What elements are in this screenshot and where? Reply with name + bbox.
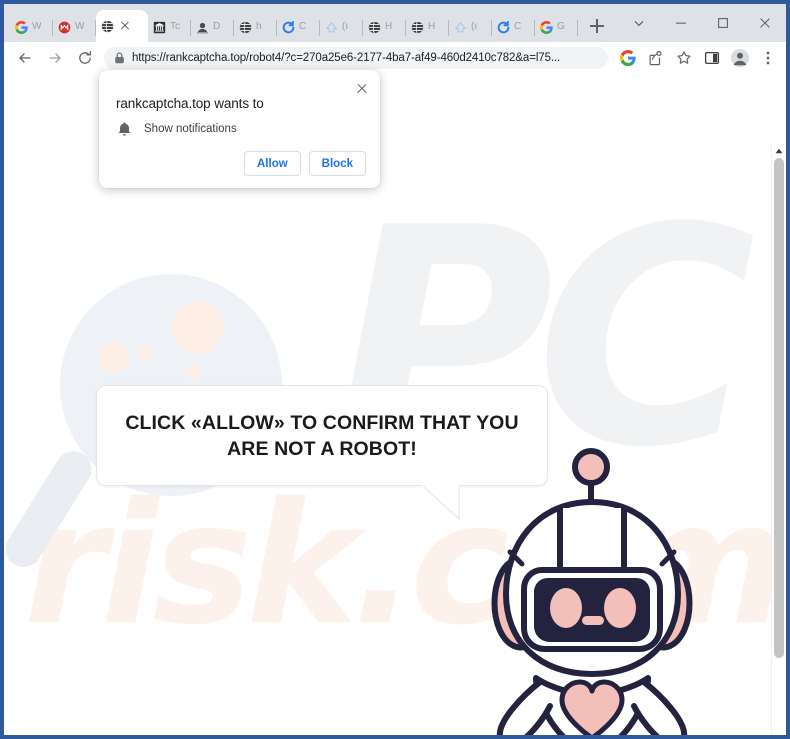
window-controls [618,4,786,42]
bank-icon [152,20,166,34]
lock-icon [112,51,126,65]
google-icon [539,20,553,34]
tab-1[interactable]: W [53,12,96,42]
speech-bubble-text: CLICK «ALLOW» TO CONFIRM THAT YOU ARE NO… [111,410,532,462]
back-button[interactable] [10,43,40,73]
share-icon[interactable] [642,44,670,72]
page-scrollbar[interactable] [771,144,786,735]
profile-avatar-icon[interactable] [726,44,754,72]
side-panel-icon[interactable] [698,44,726,72]
browser-window: W W Tc Dh C (ı H H (ı C G https://rankca… [4,4,786,735]
tab-close-icon[interactable] [118,19,132,33]
tab-label: H [385,21,393,32]
tab-label: D [213,21,221,32]
speech-bubble: CLICK «ALLOW» TO CONFIRM THAT YOU ARE NO… [96,385,548,486]
globe-icon [367,20,381,34]
tab-11[interactable]: C [492,12,535,42]
block-button[interactable]: Block [308,151,366,176]
magnifier-dot-4 [186,364,201,379]
cloud-icon [453,20,467,34]
tab-label: C [299,21,307,32]
tab-7[interactable]: (ı [320,12,363,42]
forward-button[interactable] [40,43,70,73]
tab-label: (ı [471,21,478,32]
scrollbar-thumb[interactable] [774,158,784,658]
google-lens-icon[interactable] [614,44,642,72]
tab-label: Tc [170,21,180,32]
dialog-actions: Allow Block [244,151,366,176]
magnifier-dot-1 [172,301,224,353]
user-icon [195,20,209,34]
tab-label: C [514,21,522,32]
scroll-up-arrow[interactable] [772,144,786,158]
tab-search-button[interactable] [618,4,660,42]
magnifier-dot-2 [99,342,129,372]
tab-10[interactable]: (ı [449,12,492,42]
cloud-icon [324,20,338,34]
chrome-menu-icon[interactable] [754,44,782,72]
tab-9[interactable]: H [406,12,449,42]
magnifier-dot-3 [138,347,152,361]
dialog-close-icon[interactable] [353,79,371,97]
tab-5[interactable]: h [234,12,277,42]
bell-icon [116,121,132,137]
speech-bubble-tail [421,485,461,521]
permission-row: Show notifications [116,121,237,137]
tab-active[interactable] [96,10,148,42]
address-bar[interactable]: https://rankcaptcha.top/robot4/?c=270a25… [104,47,608,69]
tab-6[interactable]: C [277,12,320,42]
globe-icon [238,20,252,34]
globe-icon [100,19,114,33]
bookmark-star-icon[interactable] [670,44,698,72]
reload-button[interactable] [70,43,100,73]
speech-bubble-line-2: ARE NOT A ROBOT! [227,437,417,460]
tab-separator [577,20,578,36]
tab-3[interactable]: Tc [148,12,191,42]
tab-label: G [557,21,565,32]
tab-label: W [32,21,42,32]
notification-permission-dialog: rankcaptcha.top wants to Show notificati… [99,70,380,188]
url-text: https://rankcaptcha.top/robot4/?c=270a25… [132,52,561,64]
tab-label: H [428,21,436,32]
tab-label: (ı [342,21,349,32]
tab-8[interactable]: H [363,12,406,42]
dialog-title: rankcaptcha.top wants to [116,96,264,111]
close-window-button[interactable] [744,4,786,42]
permission-label: Show notifications [144,123,237,135]
toolbar-icons [614,44,786,72]
new-tab-button[interactable] [583,12,611,40]
globe-icon [410,20,424,34]
minimize-button[interactable] [660,4,702,42]
allow-button[interactable]: Allow [244,151,301,176]
tab-strip: W W Tc Dh C (ı H H (ı C G [4,4,786,42]
google-icon [14,20,28,34]
tab-4[interactable]: D [191,12,234,42]
speech-bubble-line-1: CLICK «ALLOW» TO CONFIRM THAT YOU [125,411,519,434]
tab-list: W W Tc Dh C (ı H H (ı C G [10,10,611,42]
tab-label: h [256,21,262,32]
tab-label: W [75,21,85,32]
malwarebytes-icon [57,20,71,34]
maximize-button[interactable] [702,4,744,42]
refresh-icon [496,20,510,34]
tab-12[interactable]: G [535,12,578,42]
refresh-icon [281,20,295,34]
tab-0[interactable]: W [10,12,53,42]
